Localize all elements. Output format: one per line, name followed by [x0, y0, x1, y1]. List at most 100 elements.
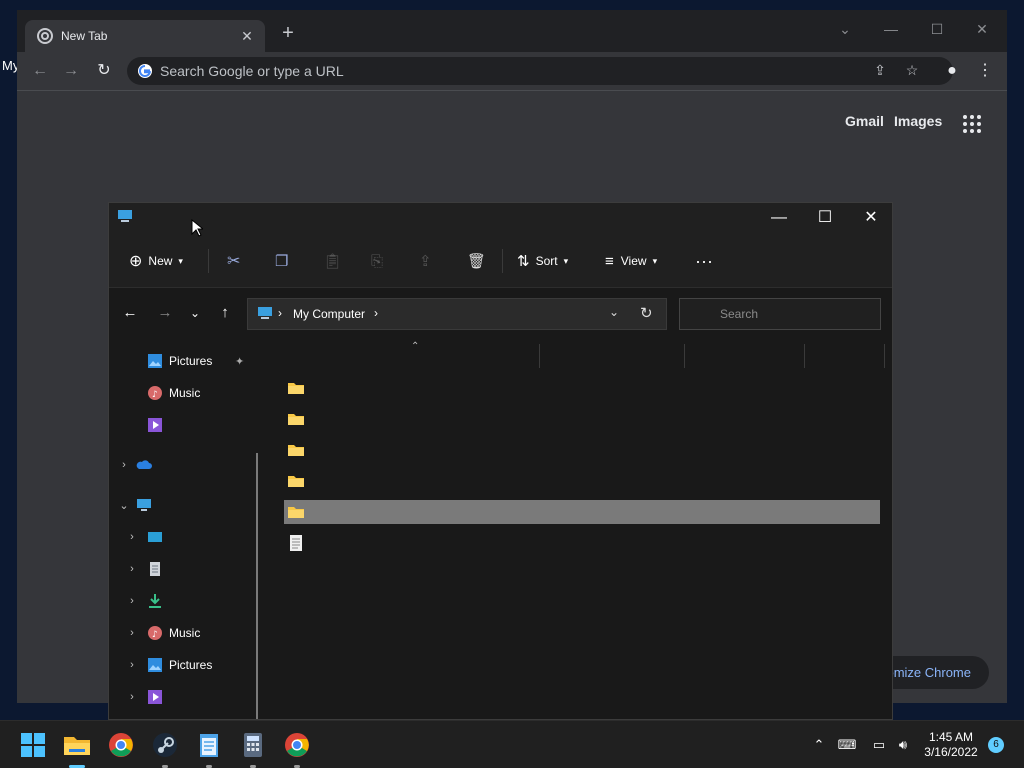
gmail-link[interactable]: Gmail: [845, 113, 884, 129]
pin-icon[interactable]: ✦: [235, 355, 244, 368]
more-icon[interactable]: ···: [695, 249, 713, 273]
notification-badge[interactable]: 6: [988, 737, 1004, 753]
reload-icon[interactable]: ↻: [93, 61, 115, 83]
sidebar-item-videos-pinned[interactable]: [147, 414, 169, 436]
sidebar-item-music-pinned[interactable]: ♪ Music: [147, 382, 200, 404]
chevron-right-icon[interactable]: ›: [118, 459, 130, 471]
apps-icon[interactable]: [962, 114, 982, 134]
file-explorer-icon[interactable]: [61, 729, 93, 761]
share-icon[interactable]: ⇪: [871, 62, 889, 80]
minimize-icon[interactable]: —: [876, 18, 906, 40]
sidebar-item-label: Music: [169, 386, 201, 400]
recent-locations-icon[interactable]: ⌄: [184, 302, 206, 324]
sidebar-item-videos[interactable]: ›: [126, 686, 169, 708]
address-bar[interactable]: › My Computer › ⌄ ↻: [247, 298, 667, 330]
search-input[interactable]: Search: [679, 298, 881, 330]
omnibox-placeholder: Search Google or type a URL: [160, 63, 344, 79]
steam-icon[interactable]: [149, 729, 181, 761]
sidebar-scrollbar[interactable]: [256, 453, 258, 719]
folder-icon: [288, 507, 304, 518]
column-divider[interactable]: [684, 344, 685, 368]
chevron-up-icon[interactable]: ⌃: [809, 735, 829, 755]
view-button[interactable]: ≡ View ▾: [605, 249, 657, 273]
list-item[interactable]: [284, 438, 880, 462]
chrome-icon[interactable]: [105, 729, 137, 761]
new-button[interactable]: ⊕ New ▾: [129, 249, 183, 273]
column-divider[interactable]: [884, 344, 885, 368]
maximize-icon[interactable]: ☐: [802, 203, 848, 233]
sort-ascending-icon[interactable]: ⌃: [411, 341, 419, 352]
close-icon[interactable]: ✕: [848, 203, 892, 233]
forward-icon[interactable]: →: [60, 61, 82, 83]
refresh-icon[interactable]: ↻: [640, 304, 653, 322]
svg-text:♪: ♪: [152, 630, 158, 640]
calculator-icon[interactable]: [237, 729, 269, 761]
sidebar-item-music[interactable]: › ♪ Music: [126, 622, 200, 644]
address-history-icon[interactable]: ⌄: [609, 305, 619, 319]
omnibox[interactable]: Search Google or type a URL ⇪ ☆: [127, 57, 953, 85]
copy-icon[interactable]: ❐: [275, 249, 288, 273]
chevron-right-icon[interactable]: ›: [126, 659, 138, 671]
list-item[interactable]: [284, 531, 880, 555]
chevron-right-icon[interactable]: ›: [126, 595, 138, 607]
chevron-right-icon[interactable]: ›: [126, 563, 138, 575]
sidebar-item-desktop[interactable]: ›: [126, 526, 169, 548]
back-icon[interactable]: ←: [119, 302, 141, 324]
pictures-icon: [148, 658, 162, 672]
this-pc-icon: [137, 499, 151, 511]
plus-icon[interactable]: +: [275, 23, 301, 43]
google-icon: [138, 64, 152, 78]
sidebar-item-onedrive[interactable]: ›: [118, 454, 158, 476]
chevron-right-icon[interactable]: ›: [126, 627, 138, 639]
sort-label: Sort: [535, 254, 558, 268]
explorer-titlebar[interactable]: — ☐ ✕: [109, 203, 892, 235]
sidebar-item-this-pc[interactable]: ⌄: [118, 494, 158, 516]
pictures-icon: [148, 354, 162, 368]
breadcrumb-location[interactable]: My Computer: [293, 307, 365, 321]
star-icon[interactable]: ☆: [903, 62, 921, 80]
rename-icon[interactable]: ⎘: [371, 249, 383, 273]
list-item-selected[interactable]: [284, 500, 880, 524]
list-item[interactable]: [284, 407, 880, 431]
column-divider[interactable]: [539, 344, 540, 368]
list-item[interactable]: [284, 376, 880, 400]
back-icon[interactable]: ←: [29, 61, 51, 83]
paste-icon[interactable]: 📋︎: [323, 249, 342, 273]
mouse-cursor-icon: [191, 219, 203, 237]
sidebar-item-documents[interactable]: ›: [126, 558, 169, 580]
images-link[interactable]: Images: [894, 113, 942, 129]
list-item[interactable]: [284, 469, 880, 493]
sidebar-item-label: Pictures: [169, 354, 213, 368]
minimize-icon[interactable]: —: [756, 203, 802, 233]
maximize-icon[interactable]: ☐: [922, 18, 952, 40]
chrome-toolbar: ← → ↻ Search Google or type a URL ⇪ ☆ ● …: [17, 52, 1007, 91]
sidebar-item-pictures[interactable]: › Pictures: [126, 654, 212, 676]
sidebar-item-pictures-pinned[interactable]: Pictures ✦: [147, 350, 257, 372]
tab-new-tab[interactable]: New Tab ✕: [25, 20, 265, 52]
notepad-icon[interactable]: [193, 729, 225, 761]
up-icon[interactable]: ↑: [214, 302, 236, 324]
chevron-down-icon[interactable]: ⌄: [118, 499, 130, 512]
chevron-down-icon: ▾: [563, 255, 569, 266]
keyboard-icon[interactable]: ⌨: [837, 735, 857, 755]
chevron-right-icon[interactable]: ›: [126, 691, 138, 703]
profile-icon[interactable]: ●: [941, 61, 963, 83]
close-tab-icon[interactable]: ✕: [237, 26, 257, 46]
start-icon[interactable]: [17, 729, 49, 761]
chrome-icon[interactable]: [281, 729, 313, 761]
close-icon[interactable]: ✕: [967, 18, 997, 40]
folder-icon: [288, 476, 304, 487]
sort-button[interactable]: ⇅ Sort ▾: [517, 249, 568, 273]
sidebar-item-downloads[interactable]: ›: [126, 590, 169, 612]
clock[interactable]: 1:45 AM 3/16/2022: [916, 730, 986, 760]
cut-icon[interactable]: ✂: [227, 249, 240, 273]
forward-icon[interactable]: →: [154, 302, 176, 324]
chevron-right-icon[interactable]: ›: [126, 531, 138, 543]
menu-icon[interactable]: ⋮: [974, 61, 996, 83]
network-icon[interactable]: ▭: [869, 735, 889, 755]
share-icon[interactable]: ⇪: [419, 249, 432, 273]
delete-icon[interactable]: 🗑︎: [467, 249, 486, 273]
column-divider[interactable]: [804, 344, 805, 368]
chevron-down-icon[interactable]: ⌄: [830, 18, 860, 40]
volume-icon[interactable]: 🔊︎: [893, 735, 913, 755]
